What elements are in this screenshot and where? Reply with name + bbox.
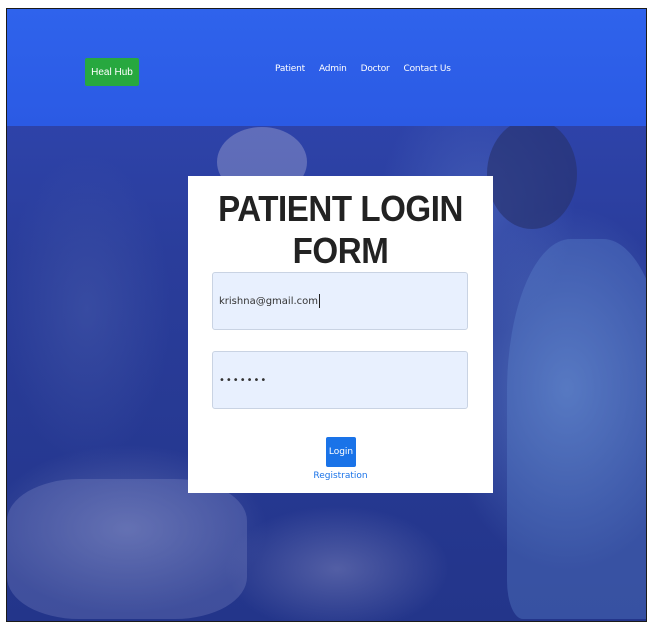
login-card: PATIENT LOGIN FORM krishna@gmail.com •••…: [188, 176, 493, 493]
background-figure: [487, 119, 577, 229]
text-caret: [319, 294, 321, 308]
nav-link-patient[interactable]: Patient: [275, 64, 305, 74]
browser-viewport: Heal Hub Patient Admin Doctor Contact Us…: [6, 8, 647, 622]
registration-link[interactable]: Registration: [188, 471, 493, 481]
brand-logo-button[interactable]: Heal Hub: [85, 58, 139, 86]
email-value: krishna@gmail.com: [219, 295, 319, 307]
page-title: PATIENT LOGIN FORM: [218, 188, 463, 271]
nav-link-doctor[interactable]: Doctor: [361, 64, 390, 74]
login-button[interactable]: Login: [326, 437, 356, 467]
password-value: •••••••: [219, 374, 268, 386]
navbar: Heal Hub Patient Admin Doctor Contact Us: [7, 9, 646, 126]
nav-link-admin[interactable]: Admin: [319, 64, 347, 74]
background-figure: [7, 479, 247, 619]
email-field[interactable]: krishna@gmail.com: [212, 272, 468, 330]
nav-link-contact-us[interactable]: Contact Us: [404, 64, 451, 74]
password-field[interactable]: •••••••: [212, 351, 468, 409]
background-figure: [507, 239, 646, 619]
nav-links: Patient Admin Doctor Contact Us: [275, 64, 451, 74]
